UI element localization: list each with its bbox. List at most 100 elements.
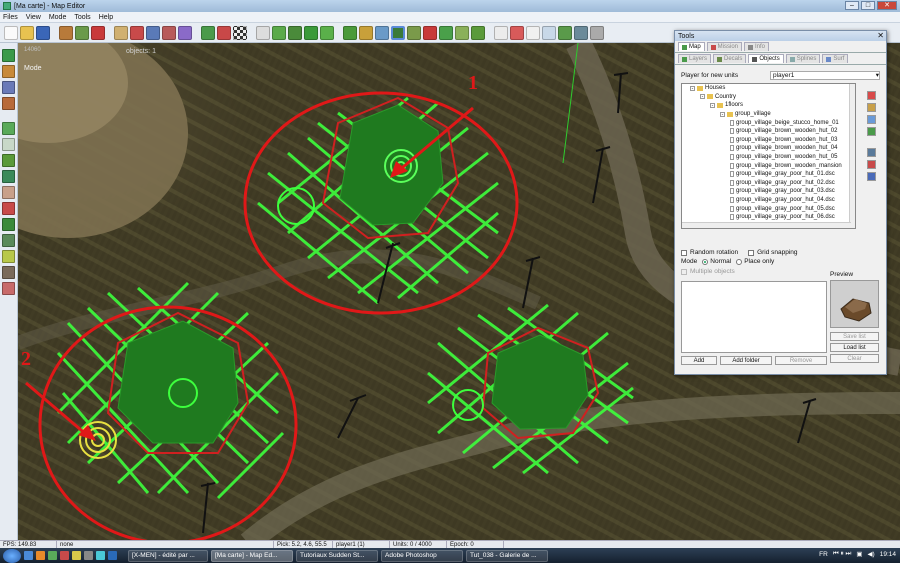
grass-icon[interactable] xyxy=(304,25,318,40)
quicklaunch-icon[interactable] xyxy=(48,551,57,560)
menu-mode[interactable]: Mode xyxy=(49,14,67,21)
quicklaunch-icon[interactable] xyxy=(108,551,117,560)
checker-icon[interactable] xyxy=(233,25,247,40)
filter-water-icon[interactable] xyxy=(867,115,876,124)
taskbar-item-tutoriaux[interactable]: Tutoriaux Sudden St... xyxy=(296,549,378,562)
clear-button[interactable]: Clear xyxy=(830,354,879,363)
tab-objects[interactable]: Objects xyxy=(748,54,784,63)
tools-title-bar[interactable]: Tools ✕ xyxy=(675,31,886,41)
quicklaunch-icon[interactable] xyxy=(24,551,33,560)
collapse-toggle-icon[interactable]: - xyxy=(700,94,705,100)
mode-normal-radio[interactable] xyxy=(702,258,709,265)
tree-item[interactable]: group_village_brown_wooden_hut_05 xyxy=(682,153,855,162)
layer-grid-icon[interactable] xyxy=(2,122,15,135)
tab-layers[interactable]: Layers xyxy=(678,54,712,63)
heightmap-icon[interactable] xyxy=(217,25,231,40)
select-arrow-icon[interactable] xyxy=(256,25,270,40)
language-indicator[interactable]: FR xyxy=(819,551,828,558)
layer-rock-icon[interactable] xyxy=(2,97,15,110)
tree-item[interactable]: group_village_gray_poor_hut_01.dsc xyxy=(682,170,855,179)
filter-flag-icon[interactable] xyxy=(867,160,876,169)
add-folder-button[interactable]: Add folder xyxy=(720,356,772,365)
layer-forest-icon[interactable] xyxy=(2,154,15,167)
layer-tree-icon[interactable] xyxy=(2,218,15,231)
fence-icon[interactable] xyxy=(359,25,373,40)
network-icon[interactable]: ▣ xyxy=(856,550,862,558)
tab-surf[interactable]: Surf xyxy=(822,54,849,63)
mine-icon[interactable] xyxy=(423,25,437,40)
bridge-icon[interactable] xyxy=(407,25,421,40)
tab-info[interactable]: Info xyxy=(744,42,770,51)
tree-icon[interactable] xyxy=(272,25,286,40)
menu-tools[interactable]: Tools xyxy=(74,14,90,21)
layer-terrain-icon[interactable] xyxy=(2,49,15,62)
layer-height-icon[interactable] xyxy=(2,65,15,78)
minimize-button[interactable]: – xyxy=(845,1,859,10)
filter-vehicle-icon[interactable] xyxy=(867,148,876,157)
squad-icon[interactable] xyxy=(455,25,469,40)
zone-icon[interactable] xyxy=(162,25,176,40)
filter-misc-icon[interactable] xyxy=(867,172,876,181)
filter-house-icon[interactable] xyxy=(867,91,876,100)
filter-fence-icon[interactable] xyxy=(867,103,876,112)
tree-horizontal-scrollbar[interactable] xyxy=(682,222,851,228)
tree-item[interactable]: group_village_gray_poor_hut_05.dsc xyxy=(682,204,855,213)
tab-map[interactable]: Map xyxy=(678,42,705,51)
taskbar-item-photoshop[interactable]: Adobe Photoshop xyxy=(381,549,463,562)
tree-item[interactable]: group_village_gray_poor_hut_02.dsc xyxy=(682,179,855,188)
tools-close-icon[interactable]: ✕ xyxy=(877,31,884,40)
forest-icon[interactable] xyxy=(288,25,302,40)
document-icon[interactable] xyxy=(526,25,540,40)
tree-folder[interactable]: - Country xyxy=(682,93,855,102)
taskbar-item-galerie[interactable]: Tut_038 - Galerie de ... xyxy=(466,549,548,562)
open-folder-icon[interactable] xyxy=(20,25,34,40)
script-icon[interactable] xyxy=(178,25,192,40)
layer-road-icon[interactable] xyxy=(2,250,15,263)
layer-paint-icon[interactable] xyxy=(2,81,15,94)
terrain-icon[interactable] xyxy=(59,25,73,40)
grid-snapping-checkbox[interactable] xyxy=(748,249,755,256)
new-file-icon[interactable] xyxy=(4,25,18,40)
tab-splines[interactable]: Splines xyxy=(785,54,821,63)
quicklaunch-icon[interactable] xyxy=(72,551,81,560)
layer-group-icon[interactable] xyxy=(2,234,15,247)
plant-icon[interactable] xyxy=(471,25,485,40)
tree-item[interactable]: group_village_brown_wooden_hut_03 xyxy=(682,136,855,145)
object-tree[interactable]: - Houses - Country -1floors - group_village gro… xyxy=(681,83,856,229)
vegetation-icon[interactable] xyxy=(75,25,89,40)
layer-soldier-icon[interactable] xyxy=(2,282,15,295)
save-icon[interactable] xyxy=(36,25,50,40)
layers-icon[interactable] xyxy=(510,25,524,40)
tools-icon[interactable] xyxy=(590,25,604,40)
quicklaunch-icon[interactable] xyxy=(60,551,69,560)
menu-view[interactable]: View xyxy=(26,14,41,21)
menu-help[interactable]: Help xyxy=(99,14,113,21)
camera-icon[interactable] xyxy=(574,25,588,40)
tab-mission[interactable]: Mission xyxy=(706,42,743,51)
mission-icon[interactable] xyxy=(558,25,572,40)
quicklaunch-icon[interactable] xyxy=(36,551,45,560)
remove-button[interactable]: Remove xyxy=(775,356,827,365)
layer-map-icon[interactable] xyxy=(2,138,15,151)
media-controls-icon[interactable]: ⏮ ⏸ ⏭ xyxy=(833,550,852,558)
unit-icon[interactable] xyxy=(91,25,105,40)
taskbar-item-map-editor[interactable]: [Ma carte] - Map Ed... xyxy=(211,549,293,562)
list-icon[interactable] xyxy=(542,25,556,40)
quicklaunch-icon[interactable] xyxy=(96,551,105,560)
tree-item[interactable]: group_village_beige_stucco_home_01 xyxy=(682,118,855,127)
objects-tool-icon[interactable] xyxy=(391,25,405,40)
grid-icon[interactable] xyxy=(201,25,215,40)
filter-tree-icon[interactable] xyxy=(867,127,876,136)
tree-item[interactable]: group_village_gray_poor_hut_06.dsc xyxy=(682,213,855,222)
maximize-button[interactable]: □ xyxy=(861,1,875,10)
volume-icon[interactable]: ◀) xyxy=(868,550,875,558)
close-button[interactable]: ✕ xyxy=(877,1,897,10)
collapse-toggle-icon[interactable]: - xyxy=(710,102,715,108)
layer-grass-icon[interactable] xyxy=(2,170,15,183)
tree-item[interactable]: group_village_brown_wooden_hut_04 xyxy=(682,144,855,153)
tree-item[interactable]: group_village_gray_poor_hut_04.dsc xyxy=(682,196,855,205)
tree-vertical-scrollbar[interactable] xyxy=(849,84,855,228)
start-button[interactable] xyxy=(3,548,21,563)
selected-objects-list[interactable] xyxy=(681,281,827,353)
quicklaunch-icon[interactable] xyxy=(84,551,93,560)
